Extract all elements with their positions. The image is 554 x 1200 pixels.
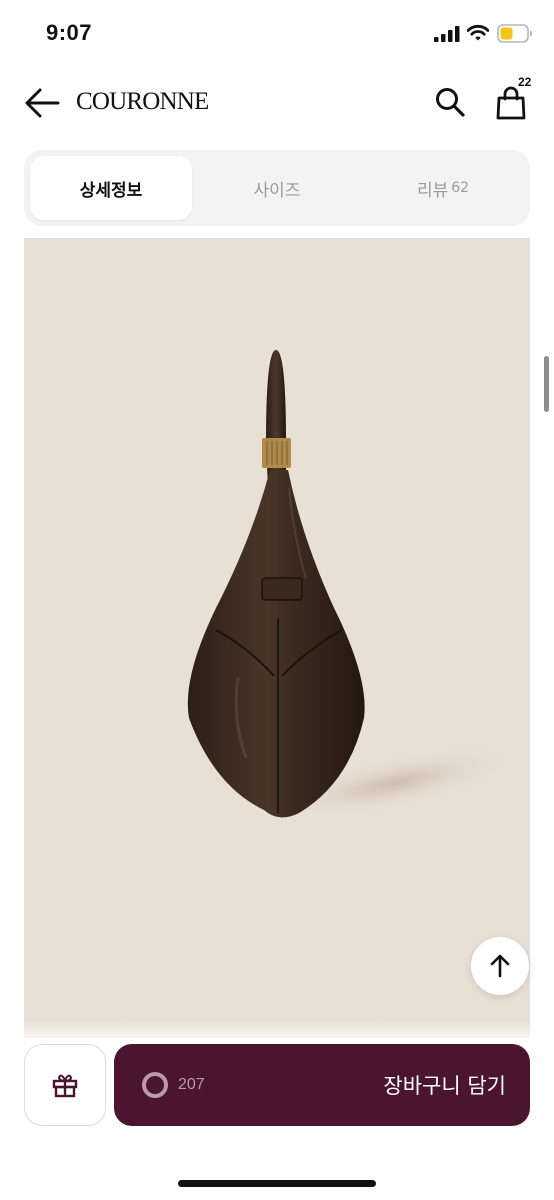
cart-button[interactable]: 22	[494, 75, 534, 124]
product-photo	[187, 350, 517, 820]
app-header: COURONNE 22	[0, 70, 554, 136]
home-indicator	[178, 1180, 376, 1187]
tab-size[interactable]: 사이즈	[196, 156, 358, 220]
tab-details[interactable]: 상세정보	[30, 156, 192, 220]
bag-body	[187, 470, 365, 818]
gift-icon	[52, 1074, 78, 1098]
product-image[interactable]	[24, 238, 530, 1038]
signal-icon	[434, 26, 460, 42]
image-fade	[24, 1020, 530, 1046]
gift-button[interactable]	[24, 1044, 106, 1126]
like-button[interactable]: 207	[142, 1072, 205, 1098]
tab-details-label: 상세정보	[79, 180, 143, 201]
tab-size-label: 사이즈	[253, 180, 301, 201]
arrow-up-icon	[490, 954, 510, 978]
product-tabs: 상세정보 사이즈 리뷰 62	[24, 150, 530, 226]
like-ring-icon	[142, 1072, 168, 1098]
like-count: 207	[178, 1076, 205, 1093]
status-time: 9:07	[46, 20, 93, 45]
bag-strap-loop	[261, 577, 303, 601]
add-to-cart-label: 장바구니 담기	[383, 1074, 506, 1098]
tab-reviews-count: 62	[451, 180, 470, 196]
scroll-to-top-button[interactable]	[471, 937, 529, 995]
scrollbar[interactable]	[544, 356, 549, 412]
tab-reviews[interactable]: 리뷰 62	[362, 156, 524, 220]
tab-reviews-label: 리뷰	[416, 180, 449, 201]
search-icon[interactable]	[434, 86, 466, 118]
brand-logo[interactable]: COURONNE	[76, 88, 209, 116]
battery-icon	[497, 24, 532, 43]
wifi-icon	[467, 24, 489, 41]
add-to-cart-button[interactable]: 207 장바구니 담기	[114, 1044, 530, 1126]
cart-count-badge: 22	[518, 75, 532, 89]
shopping-bag-icon	[496, 86, 526, 120]
status-bar: 9:07	[0, 0, 554, 70]
arrow-left-icon[interactable]	[24, 86, 60, 120]
